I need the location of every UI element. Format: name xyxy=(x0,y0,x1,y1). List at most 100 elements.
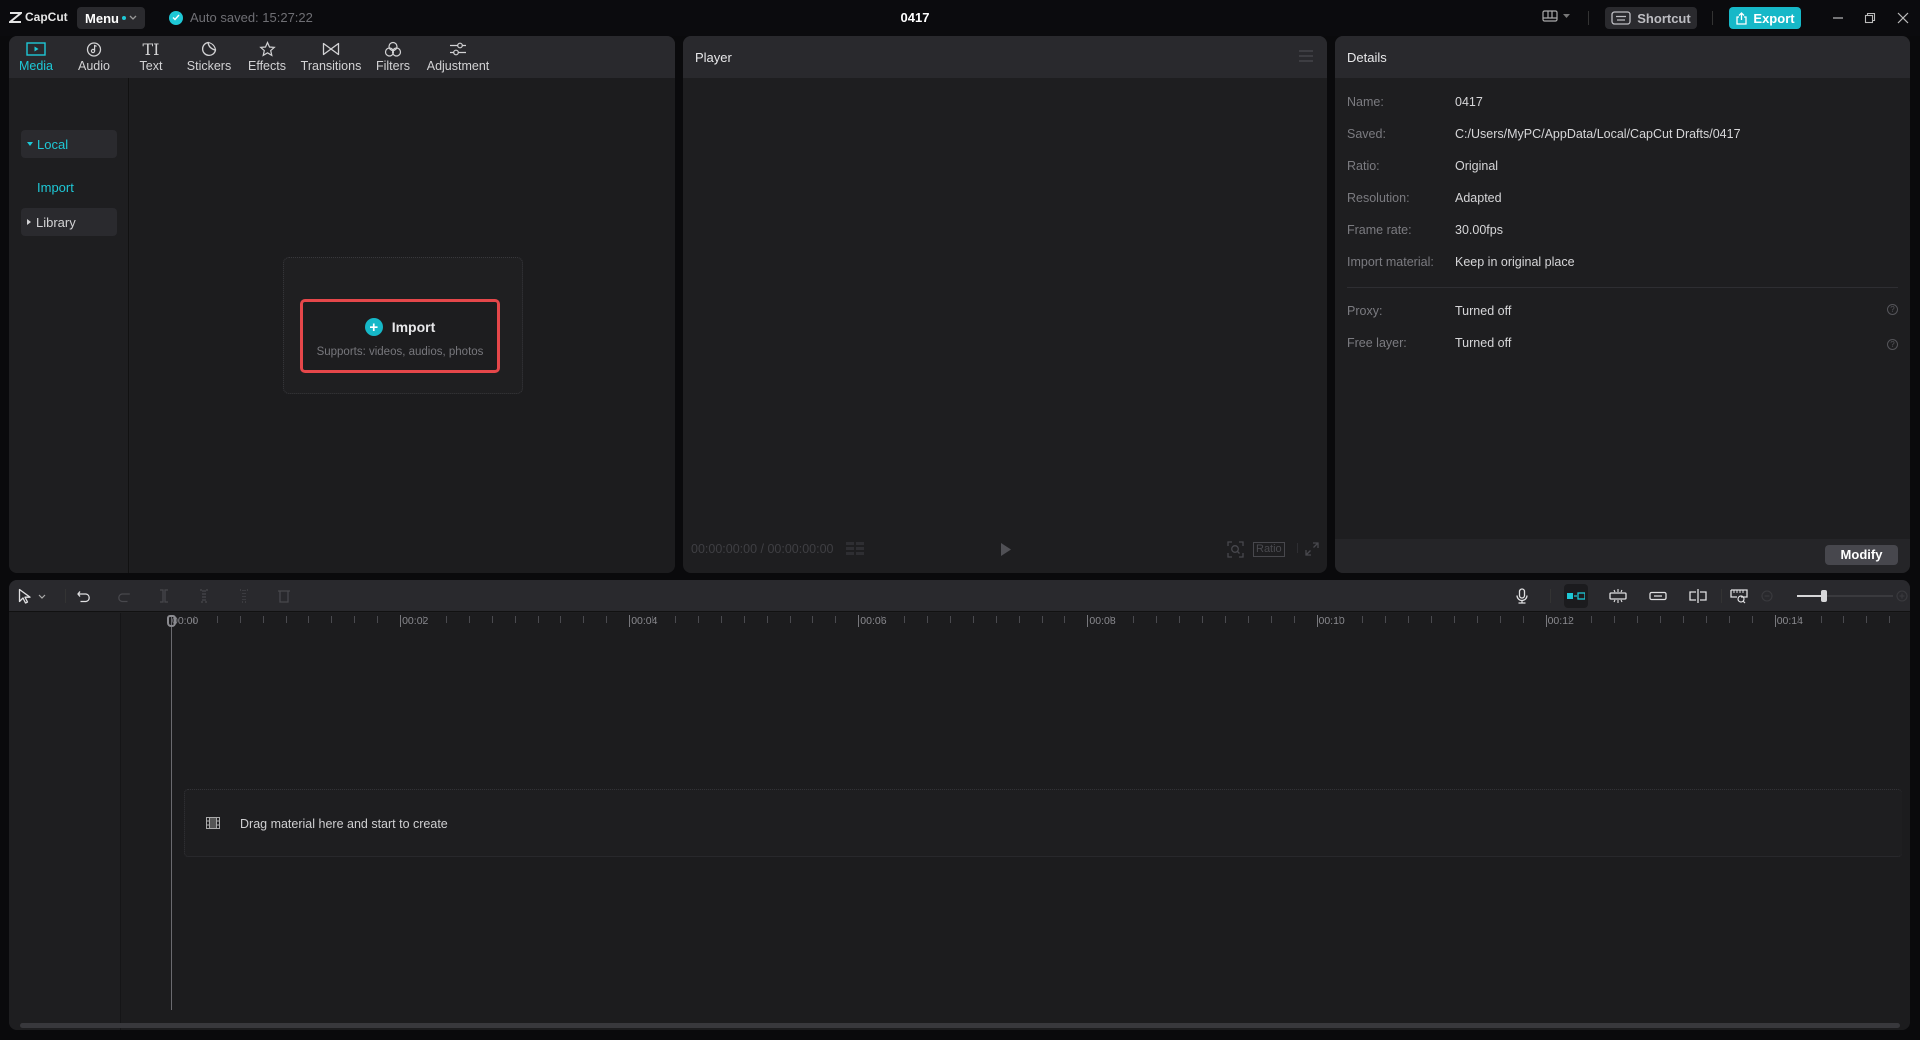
detail-label: Frame rate: xyxy=(1347,223,1412,237)
select-tool-button[interactable] xyxy=(14,586,36,606)
ruler-tick xyxy=(1591,616,1593,623)
divider xyxy=(1721,589,1722,603)
redo-button[interactable] xyxy=(113,586,135,606)
zoom-out-button[interactable] xyxy=(1759,586,1775,606)
restore-icon xyxy=(1864,12,1876,24)
preview-axis-icon xyxy=(1689,589,1707,603)
select-tool-dropdown[interactable] xyxy=(35,586,49,606)
preview-axis-button[interactable] xyxy=(1686,586,1710,606)
timeline-tracks[interactable]: 00:00 00:02 00:04 00:06 00:08 00:10 00:12 00:14… xyxy=(121,613,1910,1030)
undo-button[interactable] xyxy=(73,586,95,606)
detail-value: Turned off xyxy=(1455,336,1512,350)
delete-left-button[interactable] xyxy=(193,586,215,606)
playhead-handle[interactable] xyxy=(167,615,176,627)
record-audio-button[interactable] xyxy=(1511,586,1533,606)
tab-stickers[interactable]: Stickers xyxy=(184,39,234,77)
detail-value: Turned off xyxy=(1455,304,1512,318)
ruler-label: 00:10 xyxy=(1316,615,1345,627)
close-button[interactable] xyxy=(1894,9,1912,27)
fullscreen-icon xyxy=(1305,542,1319,556)
ruler-tick xyxy=(377,616,379,623)
import-title: Import xyxy=(391,319,436,335)
ruler-tick xyxy=(308,616,310,623)
zoom-out-icon xyxy=(1761,590,1773,602)
ruler-tick xyxy=(949,616,951,623)
detail-row-import-material: Import material: Keep in original place xyxy=(1347,255,1575,269)
undo-icon xyxy=(77,590,91,603)
help-icon[interactable]: ? xyxy=(1887,304,1898,315)
drop-hint-text: Drag material here and start to create xyxy=(240,817,448,831)
film-icon xyxy=(206,817,220,829)
detail-label: Free layer: xyxy=(1347,336,1407,350)
main-track-magnet-button[interactable] xyxy=(1564,584,1588,608)
ruler-tick xyxy=(675,616,677,623)
linkage-button[interactable] xyxy=(1646,586,1670,606)
player-menu-icon[interactable] xyxy=(1299,50,1313,62)
playhead[interactable] xyxy=(171,615,172,1010)
ruler-tick xyxy=(1797,616,1799,623)
import-button[interactable]: + Import Supports: videos, audios, photo… xyxy=(300,299,500,373)
grid-icon[interactable] xyxy=(845,541,864,557)
modify-button[interactable]: Modify xyxy=(1825,545,1898,565)
detail-row-ratio: Ratio: Original xyxy=(1347,159,1498,173)
ruler-tick xyxy=(1270,616,1272,623)
layout-button[interactable] xyxy=(1542,10,1570,22)
trim-right-icon xyxy=(238,589,250,603)
ruler-tick xyxy=(354,616,356,623)
ruler-tick xyxy=(1705,616,1707,623)
ruler-tick xyxy=(606,616,608,623)
tab-text[interactable]: TI Text xyxy=(136,39,166,77)
restore-button[interactable] xyxy=(1861,9,1879,27)
import-subtitle: Supports: videos, audios, photos xyxy=(316,346,484,358)
tab-adjustment[interactable]: Adjustment xyxy=(423,39,493,77)
close-icon xyxy=(1897,12,1909,24)
fullscreen-button[interactable] xyxy=(1305,536,1319,562)
fit-view-button[interactable] xyxy=(1227,536,1244,562)
zoom-to-fit-button[interactable] xyxy=(1727,586,1751,606)
split-button[interactable] xyxy=(153,586,175,606)
split-icon xyxy=(158,589,170,603)
detail-value: Keep in original place xyxy=(1455,255,1575,269)
timeline-horizontal-scrollbar[interactable] xyxy=(20,1023,1900,1028)
tab-label: Text xyxy=(139,59,163,73)
plus-icon: + xyxy=(364,318,383,336)
sidebar-item-import[interactable]: Import xyxy=(37,180,74,195)
ratio-button[interactable]: Ratio xyxy=(1253,536,1285,562)
tab-filters[interactable]: Filters xyxy=(374,39,412,77)
export-button[interactable]: Export xyxy=(1729,7,1801,29)
detail-row-free-layer: Free layer: Turned off xyxy=(1347,336,1511,350)
detail-row-resolution: Resolution: Adapted xyxy=(1347,191,1502,205)
ruler-tick xyxy=(1637,616,1639,623)
ruler-tick xyxy=(972,616,974,623)
tab-audio[interactable]: Audio xyxy=(75,39,113,77)
delete-right-button[interactable] xyxy=(233,586,255,606)
ruler-tick xyxy=(1728,616,1730,623)
play-button[interactable] xyxy=(1001,536,1011,562)
zoom-in-button[interactable] xyxy=(1894,586,1910,606)
tab-media[interactable]: Media xyxy=(15,39,57,77)
sidebar-item-local[interactable]: Local xyxy=(21,130,117,158)
help-icon[interactable]: ? xyxy=(1887,339,1898,350)
ruler-tick xyxy=(1408,616,1410,623)
ruler-tick xyxy=(491,616,493,623)
cursor-icon xyxy=(18,588,32,604)
detail-value: 30.00fps xyxy=(1455,223,1503,237)
title-bar: CapCut Menu Auto saved: 15:27:22 0417 Sh… xyxy=(0,0,1920,36)
ruler-tick xyxy=(881,616,883,623)
auto-snap-button[interactable] xyxy=(1606,586,1630,606)
minimize-button[interactable] xyxy=(1829,9,1847,27)
ruler-tick xyxy=(1156,616,1158,623)
time-ruler[interactable]: 00:00 00:02 00:04 00:06 00:08 00:10 00:12 00:14 xyxy=(121,613,1910,633)
tab-effects[interactable]: Effects xyxy=(245,39,289,77)
link-icon xyxy=(1649,591,1667,601)
slider-handle[interactable] xyxy=(1820,590,1827,602)
shortcut-button[interactable]: Shortcut xyxy=(1605,7,1697,29)
ruler-tick xyxy=(468,616,470,623)
delete-button[interactable] xyxy=(273,586,295,606)
main-track-dropzone[interactable]: Drag material here and start to create xyxy=(184,789,1902,857)
tab-transitions[interactable]: Transitions xyxy=(298,39,364,77)
timeline-zoom-slider[interactable] xyxy=(1797,590,1893,602)
track-headers xyxy=(9,613,121,1030)
sidebar-item-library[interactable]: Library xyxy=(21,208,117,236)
keyboard-icon xyxy=(1611,11,1631,25)
